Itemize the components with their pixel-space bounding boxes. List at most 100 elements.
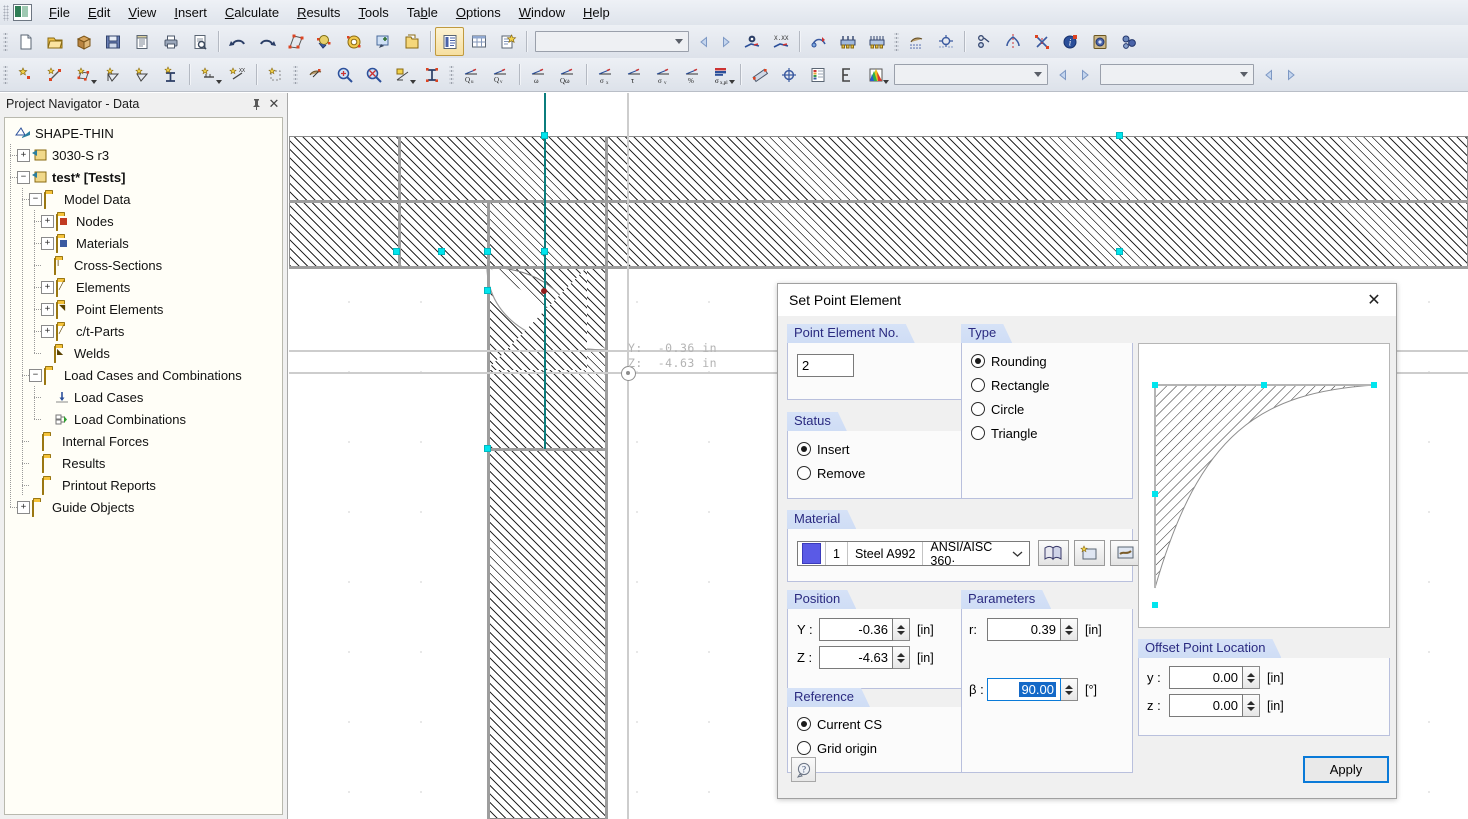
new-guide-object-icon[interactable] [261, 60, 290, 89]
node-point[interactable] [1117, 249, 1122, 254]
render-icon[interactable] [339, 27, 368, 56]
parameters-r-spinner[interactable] [1061, 618, 1078, 641]
redo-icon[interactable] [252, 27, 281, 56]
render-section-icon[interactable] [301, 60, 330, 89]
menubar-grip[interactable] [3, 5, 9, 21]
toolbar2-grip-3[interactable] [449, 65, 454, 85]
status-radio-insert[interactable]: Insert [797, 437, 865, 461]
close-icon[interactable]: ✕ [265, 95, 283, 113]
type-radio-rounding[interactable]: Rounding [971, 349, 1050, 373]
tau-icon[interactable]: τ [620, 60, 649, 89]
new-internal-force-icon[interactable]: XX [223, 60, 252, 89]
ruler-icon[interactable] [745, 60, 774, 89]
new-point-element-icon[interactable] [98, 60, 127, 89]
numeric-result-icon[interactable]: X.XX [766, 27, 795, 56]
load-case-icon[interactable] [833, 27, 862, 56]
material-library-icon[interactable] [1038, 540, 1069, 566]
type-radio-rectangle[interactable]: Rectangle [971, 373, 1050, 397]
expander-elements[interactable]: + [41, 281, 54, 294]
zoom-in-icon[interactable] [330, 60, 359, 89]
tree-item-load-cases[interactable]: Load Cases [5, 386, 282, 408]
color-scale-combo[interactable] [894, 64, 1048, 85]
next-icon[interactable] [715, 29, 737, 54]
node-point[interactable] [542, 249, 547, 254]
print-preview-icon[interactable] [185, 27, 214, 56]
expander-load-cases-and-combinations[interactable]: − [29, 369, 42, 382]
printout-report-icon[interactable] [127, 27, 156, 56]
menu-view[interactable]: View [119, 2, 165, 23]
add-data-icon[interactable] [493, 27, 522, 56]
load-case-combo[interactable] [1100, 64, 1254, 85]
material-combo[interactable]: 1 Steel A992 ANSI/AISC 360· [797, 541, 1030, 566]
menu-tools[interactable]: Tools [349, 2, 397, 23]
undo-icon[interactable] [223, 27, 252, 56]
node-point[interactable] [542, 133, 547, 138]
tree-item-shape-thin[interactable]: SHAPE-THIN [5, 122, 282, 144]
tree-item-welds[interactable]: ◣ Welds [5, 342, 282, 364]
toolbar2-grip-2[interactable] [293, 65, 298, 85]
project-tree[interactable]: SHAPE-THIN + 3030-S r3 − test* [Tests] [4, 117, 283, 815]
deformation-icon[interactable] [804, 27, 833, 56]
offset-y-input[interactable]: 0.00 [1169, 666, 1243, 689]
selected-node-point[interactable] [541, 288, 547, 294]
view-combo[interactable] [535, 31, 689, 52]
type-radio-triangle[interactable]: Triangle [971, 421, 1050, 445]
menu-window[interactable]: Window [510, 2, 574, 23]
q-omega-icon[interactable]: Qω [553, 60, 582, 89]
tree-item-internal-forces[interactable]: Internal Forces [5, 430, 282, 452]
lc-next-icon[interactable] [1280, 62, 1302, 87]
expander-nodes[interactable]: + [41, 215, 54, 228]
new-ct-part-icon[interactable] [127, 60, 156, 89]
tree-item-cross-sections[interactable]: I Cross-Sections [5, 254, 282, 276]
settings-icon[interactable] [1085, 27, 1114, 56]
position-y-spinner[interactable] [893, 618, 910, 641]
offset-z-input[interactable]: 0.00 [1169, 694, 1243, 717]
reference-radio-current-cs[interactable]: Current CS [797, 712, 882, 736]
qv-icon[interactable]: Qv [486, 60, 515, 89]
position-z-spinner[interactable] [893, 646, 910, 669]
apply-button[interactable]: Apply [1303, 756, 1389, 783]
position-y-input[interactable]: -0.36 [819, 618, 893, 641]
menu-results[interactable]: Results [288, 2, 349, 23]
chevron-down-icon[interactable] [1012, 547, 1029, 561]
save-icon[interactable] [98, 27, 127, 56]
tree-item-ct-parts[interactable]: + ╱ c/t-Parts [5, 320, 282, 342]
color-table-icon[interactable] [803, 60, 832, 89]
omega-icon[interactable]: ω [524, 60, 553, 89]
new-element-icon[interactable] [40, 60, 69, 89]
toolbar-grip-2[interactable] [894, 32, 899, 52]
new-file-icon[interactable] [11, 27, 40, 56]
node-point[interactable] [1117, 133, 1122, 138]
menu-insert[interactable]: Insert [165, 2, 216, 23]
expander-3030-s-r3[interactable]: + [17, 149, 30, 162]
mirror-icon[interactable] [998, 27, 1027, 56]
status-radio-remove[interactable]: Remove [797, 461, 865, 485]
menu-options[interactable]: Options [447, 2, 510, 23]
pick-view-icon[interactable] [310, 27, 339, 56]
toolbar2-grip[interactable] [3, 65, 8, 85]
offset-y-spinner[interactable] [1243, 666, 1260, 689]
sigma-x-icon[interactable]: σx [591, 60, 620, 89]
mesh-icon[interactable] [902, 27, 931, 56]
rotate-icon[interactable] [969, 27, 998, 56]
close-icon[interactable]: ✕ [1352, 285, 1396, 316]
menu-help[interactable]: Help [574, 2, 619, 23]
center-icon[interactable] [774, 60, 803, 89]
new-polygon-element-icon[interactable] [69, 60, 98, 89]
new-load-case-icon[interactable] [194, 60, 223, 89]
menu-calculate[interactable]: Calculate [216, 2, 288, 23]
tree-item-printout-reports[interactable]: Printout Reports [5, 474, 282, 496]
info-icon[interactable]: i [1056, 27, 1085, 56]
prev-icon[interactable] [693, 29, 715, 54]
sigma-xpl-icon[interactable]: σx,pl [707, 60, 736, 89]
sigma-v-icon[interactable]: σv [649, 60, 678, 89]
open-file-icon[interactable] [40, 27, 69, 56]
tree-item-results[interactable]: Results [5, 452, 282, 474]
expander-test-tests[interactable]: − [17, 171, 30, 184]
qu-icon[interactable]: Qu [457, 60, 486, 89]
tree-item-materials[interactable]: + Materials [5, 232, 282, 254]
tree-item-load-combinations[interactable]: Load Combinations [5, 408, 282, 430]
expander-model-data[interactable]: − [29, 193, 42, 206]
expander-point-elements[interactable]: + [41, 303, 54, 316]
pin-icon[interactable] [247, 95, 265, 113]
